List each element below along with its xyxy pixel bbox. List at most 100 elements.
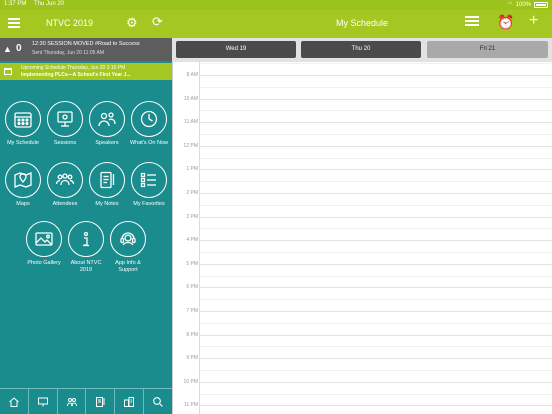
hour-label: 7 PM [186,308,198,314]
home-icon [9,396,19,407]
notification-count: 0 [16,43,22,54]
upcoming-schedule-banner[interactable]: Upcoming Schedule Thursday, Jun 20 2:10 … [0,63,172,80]
photo-gallery-icon [35,232,53,246]
hour-line [200,75,552,76]
half-hour-line [200,299,552,301]
hour-label: 12 PM [183,142,198,149]
half-hour-line [200,134,552,135]
half-hour-line [200,370,552,371]
battery-icon [534,1,548,8]
info-icon [83,231,89,247]
tab-notes[interactable] [86,388,116,414]
hour-label: 4 PM [186,237,198,244]
half-hour-line [200,63,552,65]
presentation-board-icon [57,111,73,127]
attendees-icon [55,173,75,186]
hour-label: 3 PM [186,213,198,220]
half-hour-line [200,181,552,183]
hour-line [200,122,552,124]
menu-my-favorites[interactable]: My Favorites [129,162,169,208]
status-date: Thu Jun 20 [34,1,65,7]
hour-label: 8 AM [186,72,198,78]
hour-line [200,216,552,218]
menu-photo-gallery[interactable]: Photo Gallery [24,221,64,267]
calendar-icon [4,68,12,75]
list-view-icon[interactable] [465,16,479,28]
hour-line [200,334,552,336]
status-time: 1:37 PM [4,1,27,7]
menu-sessions[interactable]: Sessions [45,101,85,147]
schedule-timeline[interactable]: 8 AM 10 AM 11 AM 12 PM 1 PM 2 PM 3 PM 4 PM 5 PM 6… [172,62,552,414]
app-bar: NTVC 2019 ⚙ ⟳ My Schedule ⏰ + [0,10,552,38]
hour-label: 1 PM [186,166,198,173]
menu-about[interactable]: About NTVC 2019 [66,221,106,273]
tab-attendees[interactable] [57,388,87,414]
hour-line [200,287,552,289]
notification-sent: Sent Thursday, Jun 20 11:05 AM [32,50,104,56]
menu-attendees[interactable]: Attendees [45,162,85,208]
half-hour-line [200,252,552,253]
hour-line [200,381,552,383]
tab-sessions[interactable] [28,388,58,414]
hour-label: 10 AM [183,95,198,102]
half-hour-line [200,157,552,159]
day-selector: Wed 19 Thu 20 Fri 21 [172,38,552,62]
buildings-icon [124,396,135,407]
half-hour-line [200,275,552,277]
sidebar: ▲ 0 12:30 SESSION MOVED #Road to Success… [0,38,172,414]
hour-line [200,145,552,147]
map-pin-icon [14,172,32,188]
calendar-grid-icon [14,112,32,128]
hour-label: 10 PM [183,378,198,385]
day-tab-wed-19[interactable]: Wed 19 [176,41,296,58]
day-tab-fri-21[interactable]: Fri 21 [427,41,548,58]
upcoming-session-title: Implementing PLCs—A School's First Year … [21,72,131,78]
half-hour-line [200,110,552,112]
hour-label: 11 PM [183,402,198,409]
day-tab-thu-20[interactable]: Thu 20 [301,41,421,58]
tab-search[interactable] [144,388,172,414]
menu-app-info-support[interactable]: App Info & Support [108,221,148,273]
hour-line [200,169,552,171]
menu-speakers[interactable]: Speakers [87,101,127,147]
clock-icon [140,110,158,128]
alarm-clock-icon[interactable]: ⏰ [497,14,514,31]
menu-my-schedule[interactable]: My Schedule [3,101,43,147]
support-headset-icon [120,232,136,246]
hour-line [200,358,552,360]
half-hour-line [200,228,552,230]
attendees-icon [66,397,77,406]
hour-label: 6 PM [186,284,198,291]
hour-line [200,405,552,407]
battery-percent: 100% [515,1,531,8]
menu-my-notes[interactable]: My Notes [87,162,127,208]
upcoming-schedule-date: Upcoming Schedule Thursday, Jun 20 2:10 … [21,65,126,71]
status-right: ◠ 100% [507,1,548,8]
hour-line [200,98,552,100]
hour-label: 11 AM [184,119,198,126]
hour-label: 2 PM [186,190,198,196]
favorites-list-icon [140,172,156,188]
wifi-icon: ◠ [507,2,513,8]
menu-maps[interactable]: Maps [3,162,43,208]
timeline-divider [199,62,200,414]
tab-home[interactable] [0,388,29,414]
tab-exhibitors[interactable] [115,388,145,414]
half-hour-line [200,322,552,324]
hour-label: 9 PM [186,355,198,362]
speakers-icon [98,112,116,127]
notification-title: 12:30 SESSION MOVED #Road to Success [32,41,140,47]
notification-banner[interactable]: ▲ 0 12:30 SESSION MOVED #Road to Success… [0,38,172,61]
half-hour-line [200,86,552,88]
half-hour-line [200,346,552,348]
notes-icon [100,171,115,189]
hour-label: 5 PM [186,260,198,267]
notes-icon [96,396,105,407]
hour-line [200,311,552,312]
half-hour-line [200,204,552,206]
hour-line [200,193,552,194]
menu-whats-on-now[interactable]: What's On Now [129,101,169,147]
hour-line [200,240,552,242]
search-icon [153,396,163,407]
add-icon[interactable]: + [529,12,538,30]
